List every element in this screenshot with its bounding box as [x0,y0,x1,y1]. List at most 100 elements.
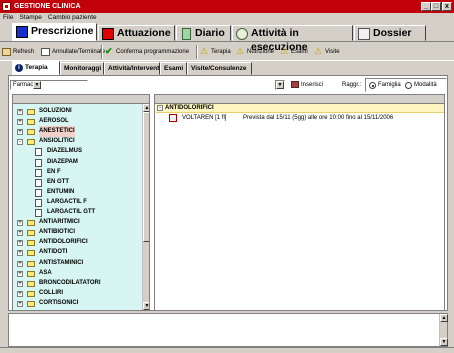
subtab-label: Terapia [25,64,48,71]
main-tabs: Prescrizione Attuazione Diario Attività … [0,23,454,53]
terapia-label: Terapia [211,49,231,55]
list-header [155,95,444,104]
subtab-attivita-interventi[interactable]: Attività/Interventi [104,62,161,75]
scroll-down-button[interactable]: ▼ [143,302,149,310]
radio-modalita[interactable] [405,82,412,89]
toolbar-separator [196,45,198,59]
folder-icon [27,280,35,287]
tab-label: Attuazione [117,27,171,39]
blue-square-icon [16,26,28,38]
scroll-up-button[interactable]: ▲ [440,314,448,322]
document-icon [35,168,42,177]
nutrizione-filter-button[interactable]: ⚠ Nutrizione [236,47,274,57]
folder-icon [27,300,35,307]
notes-scrollbar[interactable]: ▲ ▼ [439,314,448,346]
group-label: ANTIDOLORIFICI [165,105,214,111]
drug-icon [169,114,177,122]
tab-attuazione[interactable]: Attuazione [98,25,175,41]
insert-dropdown[interactable]: ▼ [275,80,285,90]
scroll-up-button[interactable]: ▲ [143,104,149,112]
expand-toggle[interactable]: + [17,270,23,277]
menu-stampe[interactable]: Stampe [16,13,44,23]
radio-famiglia-label[interactable]: Famiglia [378,80,401,90]
sub-tabs: i Terapia Monitoraggi Attività/Intervent… [0,61,454,75]
subtab-monitoraggi[interactable]: Monitoraggi [60,62,104,75]
expand-toggle[interactable]: + [17,260,23,267]
app-icon [2,2,11,11]
minimize-button[interactable]: _ [421,2,431,11]
expand-toggle[interactable]: + [17,220,23,227]
notes-area[interactable]: ▲ ▼ [8,313,448,347]
category-combo-value: Farmaci [13,82,35,88]
visite-label: Visite [325,49,340,55]
conferma-programmazione-button[interactable]: ✔ Conferma programmazione [105,47,189,57]
menu-file[interactable]: File [0,13,16,23]
terapia-filter-button[interactable]: ⚠ Terapia [200,47,231,57]
refresh-label: Refresh [13,49,35,55]
folder-icon [27,109,35,115]
visite-filter-button[interactable]: ⚠ Visite [314,47,340,57]
document-icon [35,209,42,217]
scroll-thumb[interactable] [143,112,149,242]
tab-attivita-in-esecuzione[interactable]: Attività in esecuzione [232,25,353,53]
folder-icon [27,260,35,267]
document-icon [35,188,42,197]
expand-toggle[interactable]: + [17,129,23,136]
radio-modalita-label[interactable]: Modalità [414,80,437,90]
collapse-toggle[interactable]: - [157,105,163,111]
folder-icon [27,240,35,247]
tab-prescrizione[interactable]: Prescrizione [12,23,97,41]
close-button[interactable]: x [442,2,452,11]
document-icon [35,148,42,157]
expand-toggle[interactable]: + [17,250,23,257]
annullate-terminate-label: Annullate/Terminate [52,49,106,55]
group-row[interactable]: - ANTIDOLORIFICI [156,104,444,113]
tab-diario[interactable]: Diario [176,25,231,41]
tab-label: Prescrizione [31,25,94,37]
combo-dropdown-button[interactable]: ▼ [33,81,41,89]
tree-scrollbar[interactable]: ▲ ▼ [142,104,149,310]
expand-toggle[interactable]: + [17,290,23,297]
insert-label[interactable]: Inserisci [301,80,323,90]
warning-icon: ⚠ [200,46,209,56]
insert-icon[interactable] [291,81,299,88]
status-bar [0,347,454,353]
expand-toggle[interactable]: - [17,139,23,146]
expand-toggle[interactable]: + [17,280,23,287]
drug-schedule: Prevista dal 15/11 (5gg) alle ore 10:00 … [243,115,394,121]
expand-toggle[interactable]: + [17,230,23,237]
tab-label: Dossier [373,27,412,39]
refresh-button[interactable]: Refresh [2,47,34,57]
annullate-terminate-button[interactable]: Annullate/Terminate [41,47,105,57]
maximize-button[interactable]: □ [431,2,441,11]
expand-toggle[interactable]: + [17,119,23,126]
subtab-terapia[interactable]: i Terapia [12,61,60,75]
folder-icon [27,270,35,277]
menu-cambio-paziente[interactable]: Cambio paziente [45,13,100,23]
scroll-down-button[interactable]: ▼ [440,338,448,346]
conferma-programmazione-label: Conferma programmazione [116,49,190,55]
drug-tree: + SOLUZIONI + AEROSOL + ANESTETICI - ANSIOLITIC… [12,94,150,311]
title-bar: GESTIONE CLINICA _ □ x [0,0,454,13]
tree-header [13,95,149,104]
category-combo[interactable]: Farmaci ▼ [10,80,88,90]
expand-toggle[interactable]: + [17,300,23,307]
warning-icon: ⚠ [314,46,323,56]
table-row[interactable]: VOLTAREN [1 fl] Prevista dal 15/11 (5gg)… [156,113,444,123]
checkmark-icon: ✔ [105,46,113,56]
expand-toggle[interactable]: + [17,240,23,247]
tab-dossier[interactable]: Dossier [354,25,426,41]
subtab-visite-consulenze[interactable]: Visite/Consulenze [187,62,252,75]
subtab-esami[interactable]: Esami [160,62,187,75]
chevron-down-icon[interactable]: ▼ [276,81,284,89]
esami-filter-button[interactable]: ⚠ Esami [280,47,308,57]
document-icon [35,198,42,207]
radio-famiglia[interactable] [369,82,376,89]
window-title: GESTIONE CLINICA [14,3,81,10]
folder-icon [27,119,35,126]
tree-item[interactable]: + CORTISONICI [13,298,143,309]
expand-toggle[interactable]: + [17,109,23,115]
tab-label: Diario [195,27,225,39]
clock-icon [236,28,248,40]
dossier-icon [358,28,370,40]
